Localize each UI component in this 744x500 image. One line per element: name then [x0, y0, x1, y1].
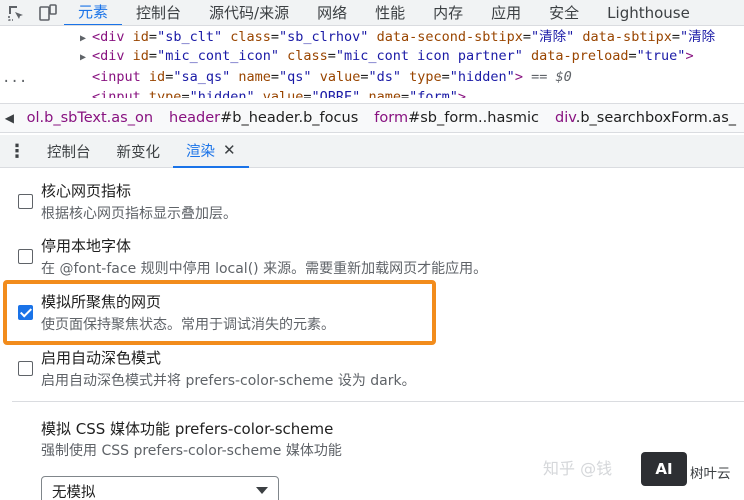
drawer-tab-bar: ⋮ 控制台 新变化 渲染 ✕ — [0, 135, 744, 168]
more-options-dots[interactable]: ... — [2, 70, 27, 86]
expand-triangle-icon[interactable]: ▶ — [80, 29, 92, 48]
attr-value: "mic_cont icon partner" — [335, 48, 523, 64]
crumb-tag: header — [169, 110, 221, 126]
tag-name: <input — [92, 89, 141, 98]
attr-value: "QBRE" — [311, 89, 361, 98]
attr-value: "sb_clt" — [157, 29, 223, 45]
attr-value: "form" — [409, 89, 458, 98]
drawer-tab-label: 渲染 — [186, 143, 215, 160]
attr-name: name — [238, 69, 271, 85]
attr-value: "ds" — [368, 69, 401, 85]
crumb-selector: #sb_form..hasmic — [408, 110, 540, 126]
tab-sources[interactable]: 源代码/来源 — [195, 0, 303, 25]
attr-value: "qs" — [279, 69, 312, 85]
attr-name: data-sbtipx — [582, 29, 672, 45]
attr-name: type — [148, 89, 182, 98]
attr-name: id — [148, 69, 166, 85]
option-core-web-vitals: 核心网页指标 根据核心网页指标显示叠加层。 — [0, 176, 744, 228]
attr-name: id — [132, 29, 149, 45]
tab-console[interactable]: 控制台 — [122, 0, 195, 25]
crumb-selector: #b_header.b_focus — [220, 110, 359, 126]
inspect-element-icon[interactable] — [0, 0, 32, 25]
attr-name: value — [319, 69, 361, 85]
scroll-left-icon[interactable]: ◀ — [0, 111, 19, 125]
tab-application[interactable]: 应用 — [477, 0, 535, 25]
tag-name: <div — [92, 48, 125, 64]
checkbox[interactable] — [18, 194, 33, 209]
tab-elements[interactable]: 元素 — [64, 0, 123, 25]
tag-name: <input — [92, 69, 141, 85]
attr-name: class — [287, 48, 328, 64]
watermark-brand: 树叶云 — [690, 466, 731, 482]
elements-tree: ▶ <div id="sb_clt" class="sb_clrhov" data… — [0, 26, 744, 98]
attr-name: type — [409, 69, 442, 85]
attr-value: "sa_qs" — [173, 69, 231, 85]
console-ref: == $0 — [531, 69, 572, 85]
breadcrumb-item[interactable]: form#sb_form..hasmic — [366, 110, 547, 126]
watermark-logo: AI — [641, 452, 687, 486]
attr-value: "mic_cont_icon" — [157, 48, 279, 64]
breadcrumb: ◀ ol.b_sbText.as_on header#b_header.b_fo… — [0, 103, 744, 133]
tab-network[interactable]: 网络 — [303, 0, 361, 25]
devtools-tab-bar: 元素 控制台 源代码/来源 网络 性能 内存 应用 安全 Lighthouse — [0, 0, 744, 26]
option-title: 核心网页指标 — [41, 182, 132, 200]
attr-name: class — [230, 29, 271, 45]
crumb-tag: div — [555, 110, 576, 126]
crumb-tag: form — [374, 110, 409, 126]
drawer-tab-console[interactable]: 控制台 — [34, 135, 104, 168]
tag-name: <div — [92, 29, 125, 45]
breadcrumb-item[interactable]: header#b_header.b_focus — [161, 110, 366, 126]
watermark-text: 知乎 @钱 — [543, 459, 613, 478]
drawer-tab-rendering[interactable]: 渲染 ✕ — [173, 135, 249, 168]
dom-node-line[interactable]: ▶ <div id="sb_clt" class="sb_clrhov" data… — [80, 28, 715, 47]
tab-memory[interactable]: 内存 — [419, 0, 477, 25]
option-auto-dark-mode: 启用自动深色模式 启用自动深色模式并将 prefers-color-scheme… — [0, 343, 744, 395]
tag-close: > — [514, 69, 523, 85]
option-description: 根据核心网页指标显示叠加层。 — [41, 206, 237, 222]
checkbox[interactable] — [18, 361, 33, 376]
attr-value: "清除 — [679, 29, 716, 45]
tab-performance[interactable]: 性能 — [361, 0, 419, 25]
expand-triangle-icon[interactable]: ▶ — [80, 48, 92, 67]
highlight-box — [3, 280, 436, 345]
option-title: 启用自动深色模式 — [41, 349, 162, 367]
emulate-media-title: 模拟 CSS 媒体功能 prefers-color-scheme — [41, 420, 334, 438]
attr-name: data-preload — [530, 48, 629, 64]
crumb-selector: .b_searchboxForm.as_ — [575, 110, 736, 126]
attr-value: "hidden" — [449, 69, 515, 85]
option-disable-local-fonts: 停用本地字体 在 @font-face 规则中停用 local() 来源。需要重… — [0, 231, 744, 283]
option-description: 启用自动深色模式并将 prefers-color-scheme 设为 dark。 — [41, 373, 416, 389]
dom-node-line[interactable]: ▶ <div id="mic_cont_icon" class="mic_cont… — [80, 47, 694, 66]
tab-lighthouse[interactable]: Lighthouse — [593, 0, 704, 25]
drawer-tab-whats-new[interactable]: 新变化 — [104, 135, 174, 168]
selected-dom-node-line[interactable]: <input id="sa_qs" name="qs" value="ds" t… — [92, 68, 572, 87]
device-toolbar-icon[interactable] — [32, 0, 64, 25]
attr-value: "hidden" — [189, 89, 255, 98]
chevron-down-icon — [256, 487, 268, 494]
crumb-selector: ol.b_sbText.as_on — [26, 110, 154, 126]
close-icon[interactable]: ✕ — [223, 141, 236, 159]
attr-value: "sb_clrhov" — [279, 29, 369, 45]
tag-close: > — [457, 89, 467, 98]
dom-node-line[interactable]: <input type="hidden" value="QBRE" name="… — [92, 88, 466, 98]
attr-name: data-second-sbtipx — [376, 29, 523, 45]
option-description: 在 @font-face 规则中停用 local() 来源。需要重新加载网页才能… — [41, 261, 488, 277]
attr-value: "true" — [636, 48, 686, 64]
checkbox[interactable] — [18, 249, 33, 264]
select-value: 无模拟 — [52, 485, 96, 500]
color-scheme-select[interactable]: 无模拟 — [41, 476, 279, 500]
tag-close: > — [685, 48, 694, 64]
attr-name: id — [132, 48, 149, 64]
tab-security[interactable]: 安全 — [535, 0, 593, 25]
attr-name: name — [368, 89, 401, 98]
breadcrumb-item[interactable]: div.b_searchboxForm.as_ — [547, 110, 744, 126]
drawer-menu-icon[interactable]: ⋮ — [0, 141, 34, 162]
breadcrumb-item[interactable]: ol.b_sbText.as_on — [19, 110, 161, 126]
option-title: 停用本地字体 — [41, 237, 132, 255]
attr-value: "清除" — [531, 29, 575, 45]
emulate-media-description: 强制使用 CSS prefers-color-scheme 媒体功能 — [41, 443, 342, 459]
attr-name: value — [262, 89, 304, 98]
divider — [12, 401, 744, 402]
